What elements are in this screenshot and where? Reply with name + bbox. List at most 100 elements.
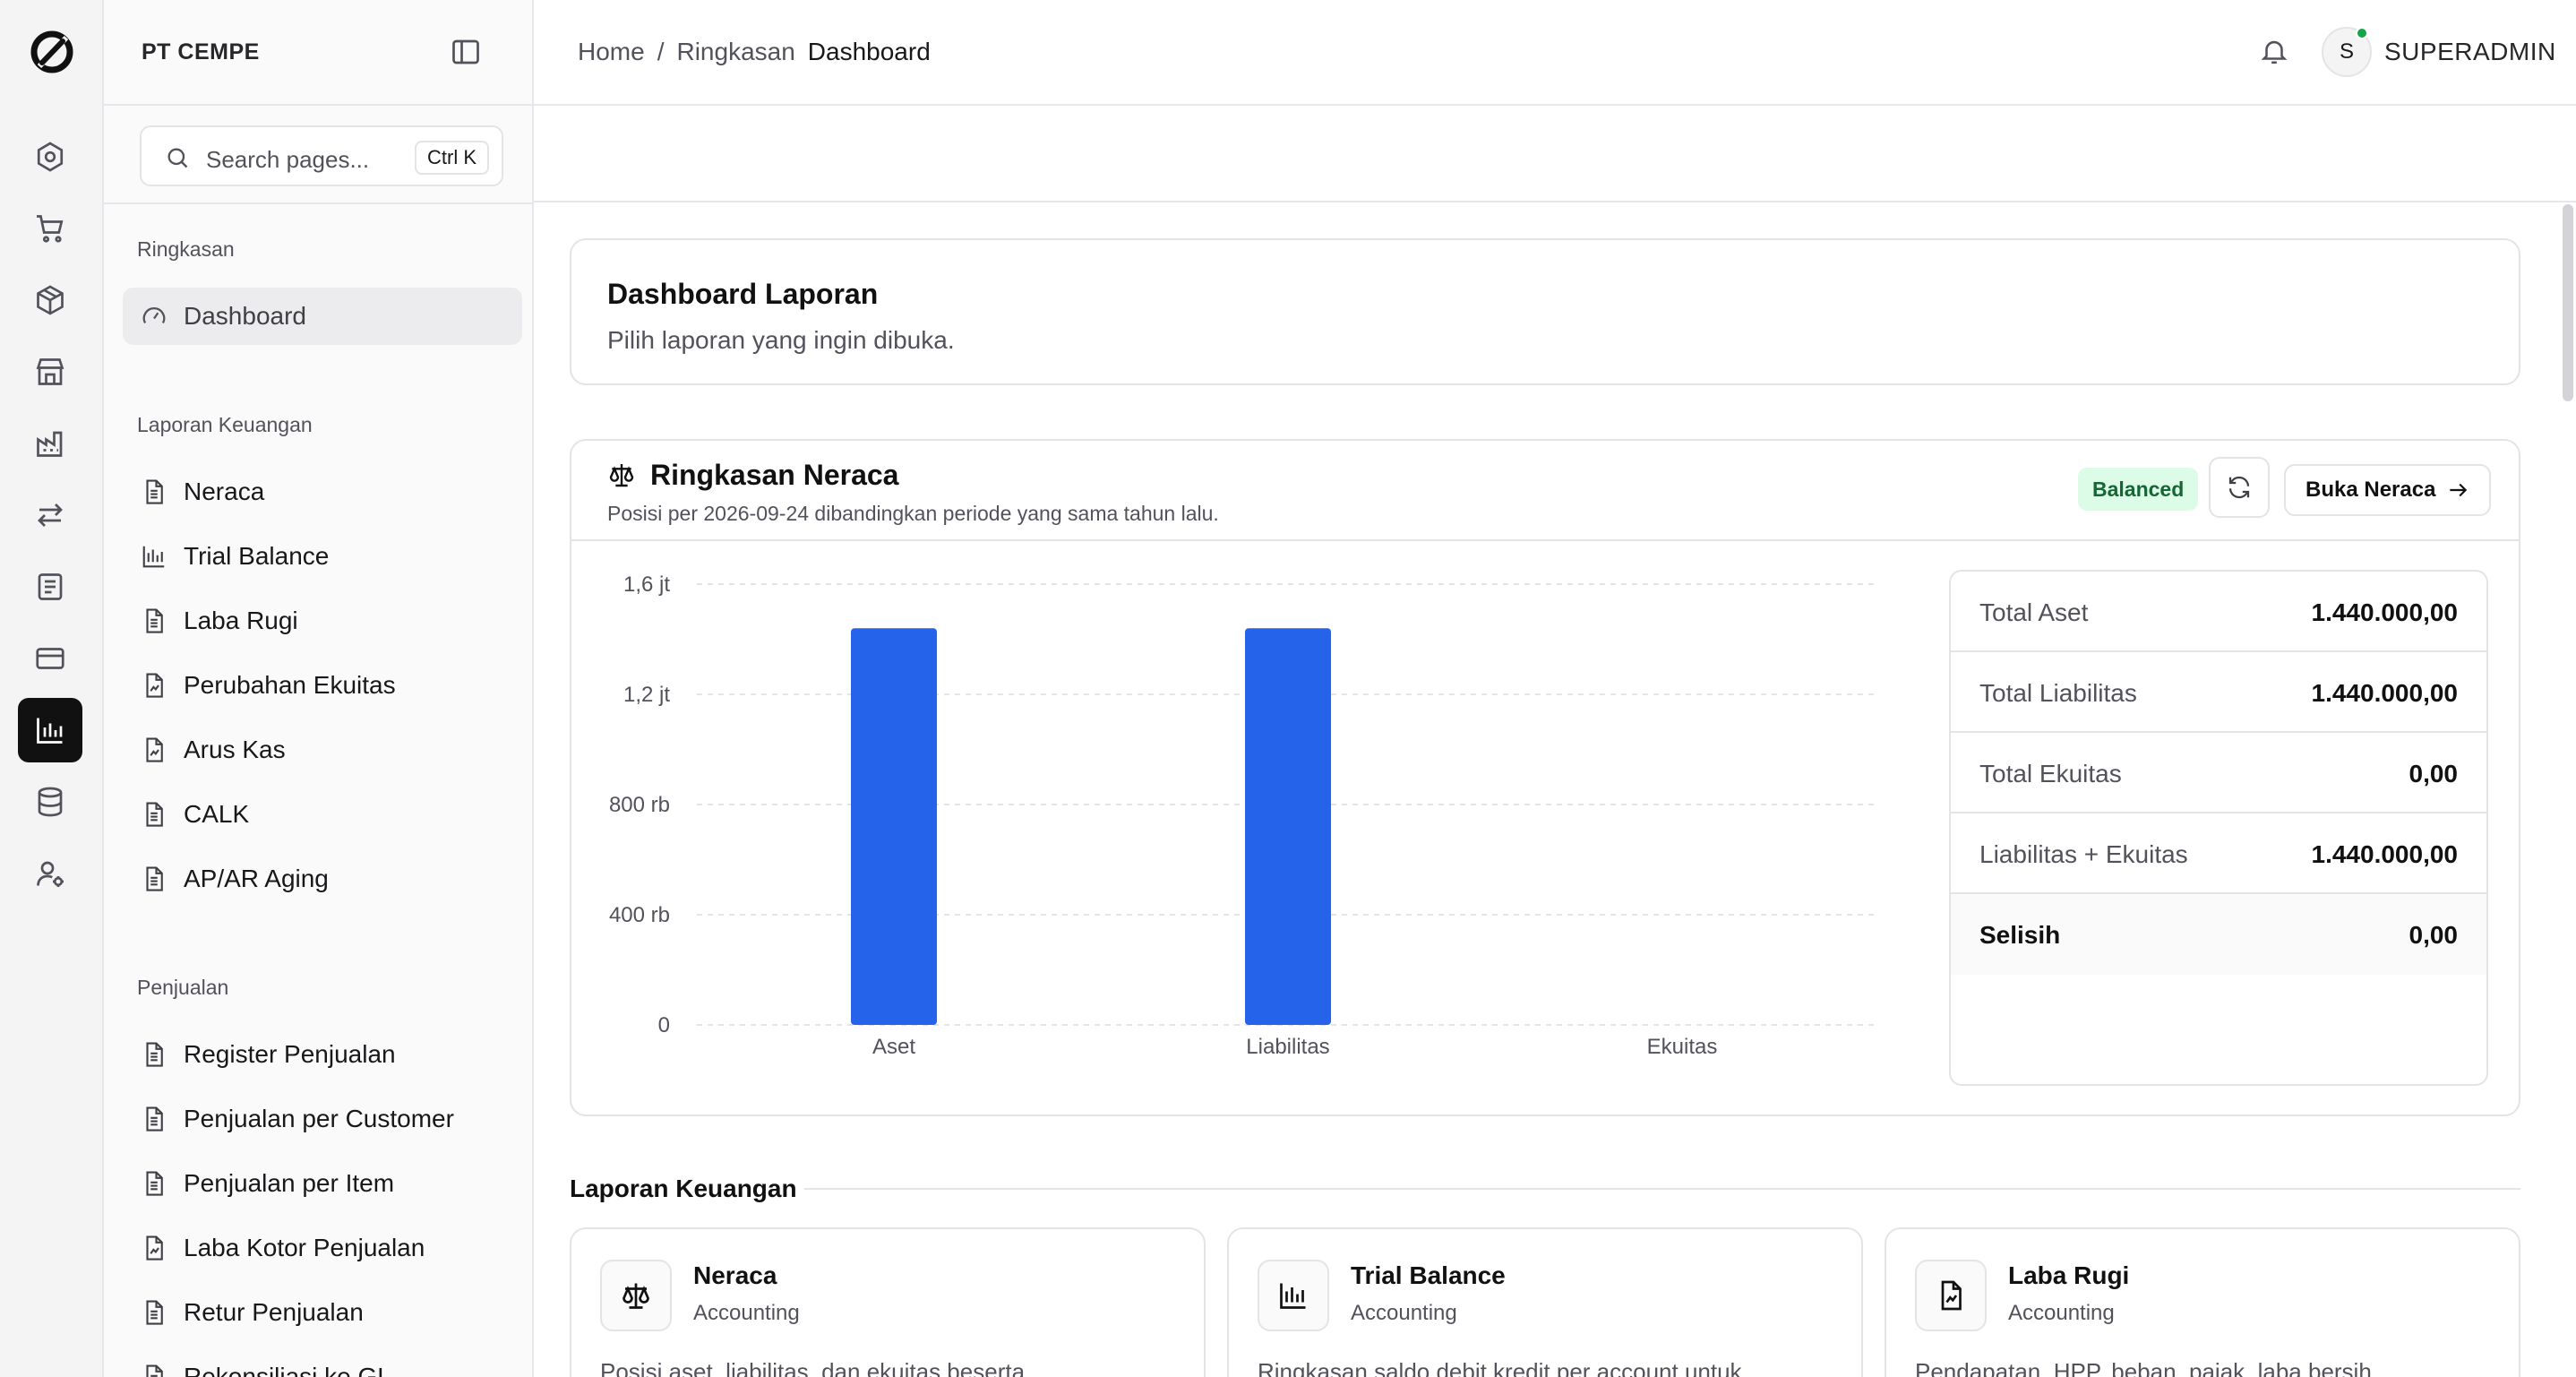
file-text-icon [146, 866, 163, 891]
online-status-dot [2356, 27, 2368, 39]
sidebar-item-label: Retur Penjualan [184, 1298, 364, 1326]
report-card-trial-balance[interactable]: Trial Balance Accounting Ringkasan saldo… [1227, 1227, 1863, 1377]
arrow-right-icon [2450, 483, 2468, 497]
report-name: Trial Balance [1351, 1261, 1506, 1289]
top-header: Home / Ringkasan Dashboard S SUPERADMIN [534, 0, 2576, 106]
sidebar-item-trial-balance[interactable]: Trial Balance [123, 528, 522, 585]
sidebar-item-neraca[interactable]: Neraca [123, 463, 522, 521]
summary-row-total-liabilitas: Total Liabilitas 1.440.000,00 [1951, 652, 2486, 733]
x-tick-label: Ekuitas [1647, 1035, 1718, 1059]
hexagon-icon[interactable] [18, 125, 82, 189]
summary-value: 1.440.000,00 [2311, 598, 2459, 626]
report-icon-box [1258, 1260, 1329, 1331]
report-category: Accounting [1351, 1301, 1457, 1325]
summary-value: 1.440.000,00 [2311, 840, 2459, 868]
breadcrumb-separator: / [657, 38, 665, 65]
search-shortcut-badge: Ctrl K [415, 141, 489, 175]
file-text-icon [146, 802, 163, 827]
journal-icon[interactable] [18, 555, 82, 619]
scrollbar[interactable] [2563, 204, 2573, 401]
organization-name: PT CEMPE [142, 39, 260, 65]
file-chart-icon [146, 673, 163, 698]
package-icon[interactable] [18, 268, 82, 332]
y-tick-label: 0 [658, 1013, 670, 1037]
report-category: Accounting [693, 1301, 800, 1325]
scale-icon [623, 1283, 649, 1309]
sidebar-item-label: Rekonsiliasi ke GL [184, 1363, 391, 1377]
report-name: Neraca [693, 1261, 777, 1289]
breadcrumb-home[interactable]: Home [578, 38, 645, 66]
y-tick-label: 800 rb [609, 793, 670, 817]
page-title: Dashboard Laporan [607, 278, 879, 310]
gauge-icon [142, 307, 166, 324]
user-settings-icon[interactable] [18, 841, 82, 906]
open-neraca-button[interactable]: Buka Neraca [2284, 464, 2492, 516]
sidebar-item-laba-kotor-penjualan[interactable]: Laba Kotor Penjualan [123, 1219, 522, 1277]
sidebar-item-label: Dashboard [184, 302, 306, 330]
toolbar-band [534, 108, 2576, 202]
search-pages-input[interactable]: Search pages... Ctrl K [140, 125, 503, 186]
refresh-button[interactable] [2209, 457, 2270, 518]
file-text-icon [146, 1171, 163, 1196]
sidebar-item-retur-penjualan[interactable]: Retur Penjualan [123, 1284, 522, 1341]
username[interactable]: SUPERADMIN [2384, 38, 2556, 66]
bar-liabilitas [1245, 628, 1331, 1025]
y-tick-label: 1,6 jt [623, 572, 670, 597]
bar-chart-icon [1280, 1283, 1306, 1309]
report-icon-box [600, 1260, 672, 1331]
sidebar-item-label: CALK [184, 800, 250, 828]
sidebar-item-register-penjualan[interactable]: Register Penjualan [123, 1026, 522, 1083]
breadcrumb-ringkasan[interactable]: Ringkasan [676, 38, 794, 66]
y-tick-label: 1,2 jt [623, 683, 670, 707]
summary-label: Total Ekuitas [1979, 760, 2122, 787]
store-icon[interactable] [18, 340, 82, 404]
section-label-penjualan: Penjualan [137, 976, 229, 999]
breadcrumb: Home / Ringkasan Dashboard [578, 38, 931, 66]
report-description: Ringkasan saldo debit kredit per account… [1258, 1358, 1742, 1377]
sidebar-item-calk[interactable]: CALK [123, 786, 522, 843]
neraca-title: Ringkasan Neraca [650, 459, 899, 491]
divider [804, 1188, 2520, 1190]
report-card-laba-rugi[interactable]: Laba Rugi Accounting Pendapatan, HPP, be… [1885, 1227, 2520, 1377]
database-icon[interactable] [18, 770, 82, 834]
summary-value: 0,00 [2409, 921, 2459, 949]
sidebar-item-ap-ar-aging[interactable]: AP/AR Aging [123, 850, 522, 908]
section-label-ringkasan: Ringkasan [137, 237, 235, 261]
transfer-icon[interactable] [18, 483, 82, 547]
sidebar-item-label: Penjualan per Customer [184, 1105, 454, 1132]
sidebar-item-rekonsiliasi-ke-gl[interactable]: Rekonsiliasi ke GL [123, 1348, 522, 1377]
y-tick-label: 400 rb [609, 903, 670, 927]
bar-aset [851, 628, 937, 1025]
open-neraca-label: Buka Neraca [2306, 478, 2436, 502]
reports-icon[interactable] [18, 698, 82, 762]
factory-icon[interactable] [18, 411, 82, 476]
sidebar-toggle-icon[interactable] [450, 36, 482, 68]
sidebar-item-penjualan-per-item[interactable]: Penjualan per Item [123, 1155, 522, 1212]
bell-icon[interactable] [2259, 36, 2289, 66]
sidebar-item-label: AP/AR Aging [184, 865, 329, 892]
summary-row-liabilitas-ekuitas: Liabilitas + Ekuitas 1.440.000,00 [1951, 813, 2486, 894]
sidebar-item-dashboard[interactable]: Dashboard [123, 288, 522, 345]
neraca-summary-card: Ringkasan Neraca Posisi per 2026-09-24 d… [570, 439, 2520, 1116]
sidebar-item-label: Arus Kas [184, 736, 286, 763]
sidebar-item-arus-kas[interactable]: Arus Kas [123, 721, 522, 779]
credit-card-icon[interactable] [18, 626, 82, 691]
app-logo-icon[interactable] [27, 27, 77, 77]
scale-icon [609, 464, 634, 487]
summary-label: Total Aset [1979, 598, 2089, 626]
summary-row-total-aset: Total Aset 1.440.000,00 [1951, 572, 2486, 652]
report-card-neraca[interactable]: Neraca Accounting Posisi aset, liabilita… [570, 1227, 1206, 1377]
sidebar-item-laba-rugi[interactable]: Laba Rugi [123, 592, 522, 650]
sidebar-item-perubahan-ekuitas[interactable]: Perubahan Ekuitas [123, 657, 522, 714]
dashboard-intro-card: Dashboard Laporan Pilih laporan yang ing… [570, 238, 2520, 385]
sidebar-item-label: Laba Kotor Penjualan [184, 1234, 425, 1261]
cart-icon[interactable] [18, 196, 82, 261]
report-description: Posisi aset, liabilitas, dan ekuitas bes… [600, 1358, 1026, 1377]
sidebar-item-label: Laba Rugi [184, 607, 298, 634]
sidebar-item-penjualan-per-customer[interactable]: Penjualan per Customer [123, 1090, 522, 1148]
file-text-icon [146, 1364, 163, 1377]
breadcrumb-current: Dashboard [807, 38, 931, 65]
app-rail [0, 0, 104, 1377]
summary-row-total-ekuitas: Total Ekuitas 0,00 [1951, 733, 2486, 813]
summary-label: Total Liabilitas [1979, 679, 2137, 707]
